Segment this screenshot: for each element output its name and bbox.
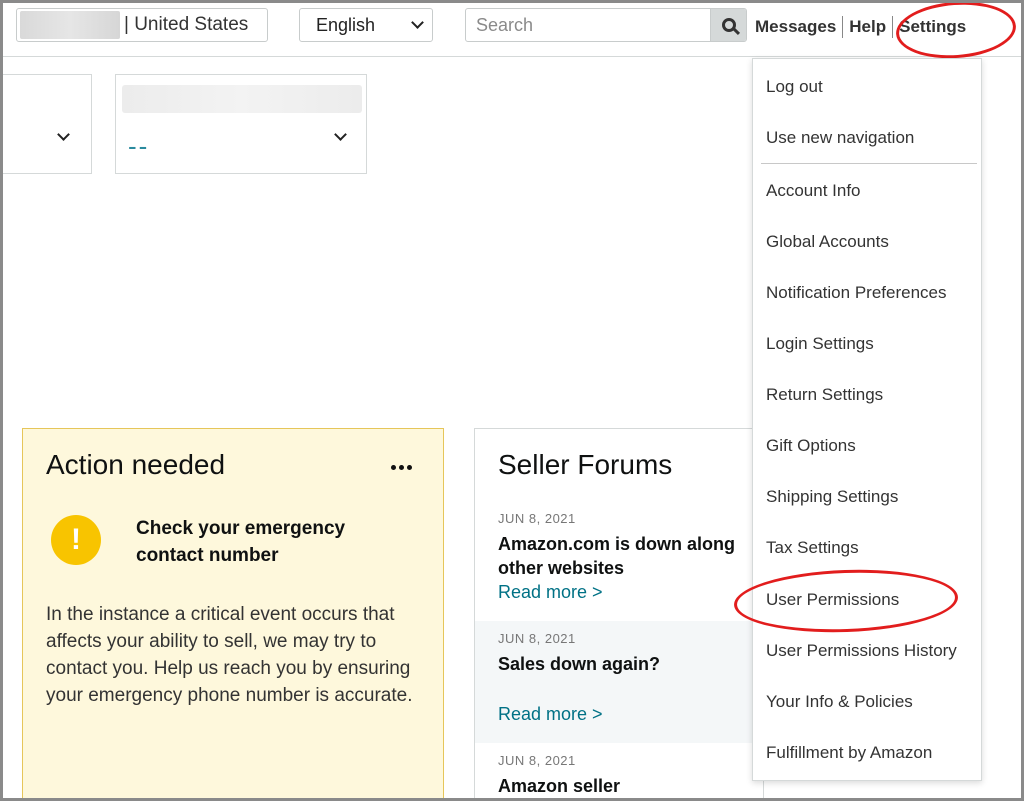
account-switcher[interactable]: | United States <box>16 8 268 42</box>
language-value: English <box>316 14 376 35</box>
forum-post: JUN 8, 2021 Sales down again? Read more … <box>475 621 763 743</box>
chevron-down-icon <box>57 128 70 141</box>
marketplace-label: | United States <box>124 14 249 35</box>
settings-highlight-annotation <box>894 0 1018 63</box>
menu-item-global-accounts[interactable]: Global Accounts <box>766 232 889 252</box>
search-box <box>465 8 747 42</box>
menu-divider <box>761 163 977 164</box>
post-title[interactable]: Sales down again? <box>498 652 763 676</box>
forum-post: JUN 8, 2021 Amazon seller <box>475 743 763 801</box>
widget-value: -- <box>128 131 150 161</box>
action-description: In the instance a critical event occurs … <box>46 604 413 706</box>
card-title: Seller Forums <box>498 449 673 480</box>
menu-item-shipping-settings[interactable]: Shipping Settings <box>766 487 898 507</box>
post-date: JUN 8, 2021 <box>498 511 576 526</box>
post-title-line: Amazon.com is down along <box>498 534 736 554</box>
search-icon <box>721 18 736 32</box>
redacted-widget-title <box>122 85 362 113</box>
menu-item-gift-options[interactable]: Gift Options <box>766 436 856 456</box>
card-title: Action needed <box>46 449 226 480</box>
menu-item-login-settings[interactable]: Login Settings <box>766 334 874 354</box>
menu-item-fulfillment-by-amazon[interactable]: Fulfillment by Amazon <box>766 743 932 763</box>
menu-item-log-out[interactable]: Log out <box>766 77 823 97</box>
link-divider <box>892 16 894 38</box>
language-select[interactable]: English <box>299 8 433 42</box>
post-title[interactable]: Amazon.com is down along other websites <box>498 532 763 580</box>
settings-dropdown-menu: Log out Use new navigation Account Info … <box>752 58 982 781</box>
partial-widget[interactable] <box>3 74 92 174</box>
forum-post: JUN 8, 2021 Amazon.com is down along oth… <box>475 501 763 621</box>
help-link[interactable]: Help <box>849 17 886 37</box>
menu-item-notification-preferences[interactable]: Notification Preferences <box>766 283 946 303</box>
post-date: JUN 8, 2021 <box>498 631 576 646</box>
seller-forums-card: Seller Forums JUN 8, 2021 Amazon.com is … <box>474 428 764 801</box>
post-date: JUN 8, 2021 <box>498 753 576 768</box>
post-title[interactable]: Amazon seller <box>498 774 763 798</box>
more-options-icon[interactable] <box>391 465 412 470</box>
read-more-link[interactable]: Read more > <box>498 704 603 725</box>
menu-item-return-settings[interactable]: Return Settings <box>766 385 883 405</box>
link-divider <box>842 16 844 38</box>
menu-item-account-info[interactable]: Account Info <box>766 181 861 201</box>
action-heading[interactable]: Check your emergency contact number <box>136 515 386 569</box>
action-needed-card: Action needed ! Check your emergency con… <box>22 428 444 801</box>
menu-item-tax-settings[interactable]: Tax Settings <box>766 538 859 558</box>
messages-link[interactable]: Messages <box>755 17 836 37</box>
read-more-link[interactable]: Read more > <box>498 582 603 603</box>
chevron-down-icon <box>411 16 424 29</box>
chevron-down-icon <box>334 128 347 141</box>
summary-widget[interactable]: -- <box>115 74 367 174</box>
top-navigation-bar: | United States English Messages Help Se… <box>3 0 1021 63</box>
search-input[interactable] <box>466 9 710 41</box>
warning-icon: ! <box>51 515 101 565</box>
menu-item-your-info-policies[interactable]: Your Info & Policies <box>766 692 913 712</box>
search-button[interactable] <box>710 9 746 41</box>
menu-item-user-permissions-history[interactable]: User Permissions History <box>766 641 957 661</box>
post-title-line: other websites <box>498 558 625 578</box>
menu-item-use-new-navigation[interactable]: Use new navigation <box>766 128 914 148</box>
redacted-account-name <box>20 11 120 39</box>
